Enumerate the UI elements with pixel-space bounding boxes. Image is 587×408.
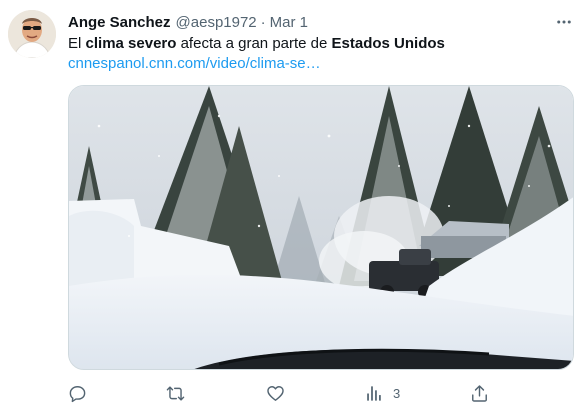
like-button[interactable] [266,380,285,406]
author-handle[interactable]: @aesp1972 [176,14,257,31]
retweet-button[interactable] [166,380,185,406]
tweet-text-bold: Estados Unidos [331,35,445,52]
tweet-text-part: afecta a gran parte de [176,35,332,52]
tweet-text: El clima severo afecta a gran parte de E… [68,34,445,54]
tweet-text-part: El [68,35,86,52]
views-button[interactable]: 3 [364,380,400,406]
media-video[interactable] [68,85,574,370]
more-icon [557,20,571,24]
tweet-actions: 3 [60,380,500,406]
tweet-header: Ange Sanchez @aesp1972 · Mar 1 [68,12,308,32]
avatar[interactable] [8,10,56,58]
reply-button[interactable] [68,380,87,406]
retweet-icon [166,385,185,401]
reply-icon [69,385,86,402]
share-icon [472,384,487,402]
avatar-image [8,10,56,58]
snow-scene-image [69,86,573,369]
share-button[interactable] [470,380,489,406]
tweet-text-bold: clima severo [85,35,177,52]
tweet-link[interactable]: cnnespanol.cnn.com/video/clima-se… [68,54,321,74]
tweet-card[interactable]: Ange Sanchez @aesp1972 · Mar 1 El clima … [0,0,587,408]
header-separator: · [260,13,266,31]
more-options-button[interactable] [552,12,576,32]
tweet-date[interactable]: Mar 1 [270,14,308,31]
author-name[interactable]: Ange Sanchez [68,14,171,31]
views-chart-icon [367,385,381,401]
heart-icon [267,385,284,401]
views-count: 3 [393,385,401,401]
